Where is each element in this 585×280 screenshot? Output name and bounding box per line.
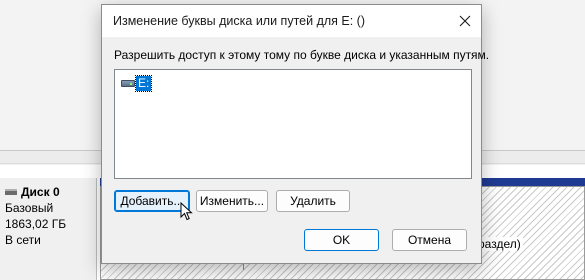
- drive-icon: [121, 80, 135, 87]
- delete-button[interactable]: Удалить: [276, 190, 350, 212]
- disk-size: 1863,02 ГБ: [5, 217, 67, 231]
- paths-listbox[interactable]: E:: [114, 69, 472, 179]
- dialog-prompt: Разрешить доступ к этому тому по букве д…: [114, 48, 490, 62]
- disk-name: Диск 0: [21, 185, 60, 199]
- disk-title: Диск 0: [5, 184, 96, 200]
- partition-label: раздел): [476, 237, 523, 251]
- dialog-title: Изменение буквы диска или путей для E: (…: [113, 14, 366, 28]
- disk-info-panel[interactable]: Диск 0 Базовый 1863,02 ГБ В сети: [0, 178, 97, 280]
- cancel-button[interactable]: Отмена: [392, 229, 467, 251]
- close-button[interactable]: [449, 5, 481, 37]
- disk-icon: [5, 189, 17, 195]
- disk-type: Базовый: [5, 201, 54, 215]
- disk-status: В сети: [5, 233, 41, 247]
- close-icon: [459, 15, 471, 27]
- ok-button[interactable]: OK: [304, 229, 379, 251]
- list-item-label: E:: [134, 75, 153, 92]
- dialog-titlebar[interactable]: Изменение буквы диска или путей для E: (…: [102, 5, 481, 37]
- change-button[interactable]: Изменить...: [196, 190, 268, 212]
- list-item[interactable]: E:: [121, 75, 153, 92]
- change-drive-letter-dialog: Изменение буквы диска или путей для E: (…: [101, 4, 489, 264]
- add-button[interactable]: Добавить...: [114, 190, 190, 212]
- mouse-cursor-icon: [180, 202, 193, 221]
